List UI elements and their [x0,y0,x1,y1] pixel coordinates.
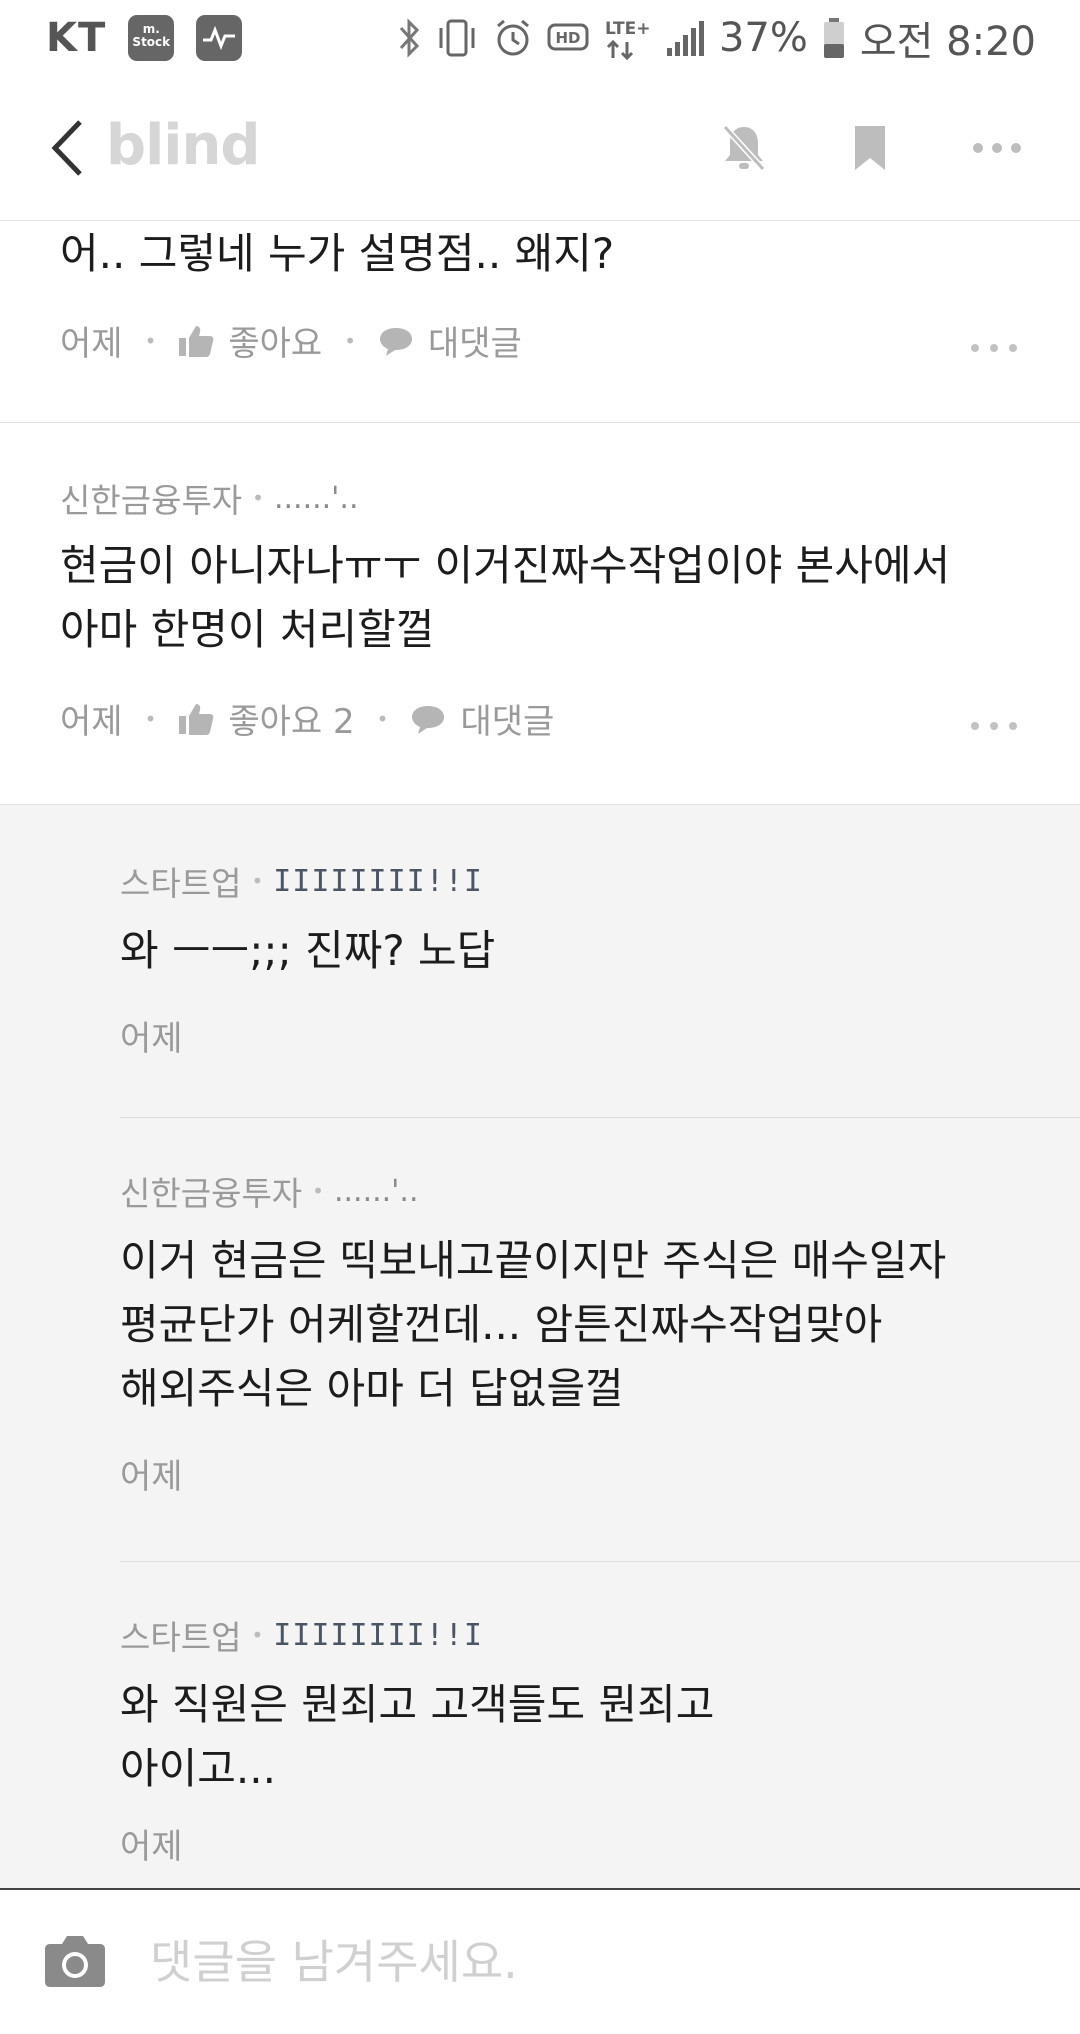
reply-body-line: 와 직원은 뭔죄고 고객들도 뭔죄고 [120,1680,715,1729]
comment-meta: 어제 • 좋아요 2 • 대댓글 [60,694,554,743]
more-icon [971,344,1017,352]
separator-dot: • [376,706,389,731]
like-label: 좋아요 [228,324,323,364]
reply-author: 스타트업 • IIIIIIII!!I [120,857,1080,905]
vibrate-icon [435,18,479,58]
bell-off-icon [722,124,766,172]
comment-meta: 어제 • 좋아요 • 대댓글 [60,316,522,365]
reply-meta: 어제 [120,1011,1080,1060]
back-icon [51,120,82,176]
comment-input-bar [0,1888,1080,2034]
separator-dot: • [312,1179,324,1203]
app-bar: blind [0,75,1080,221]
signal-icon [665,18,705,58]
comment-body-line: 현금이 아니자나ㅠㅜ 이거진짜수작업이야 본사에서 [60,541,951,590]
reply-button[interactable]: 대댓글 [410,694,554,743]
svg-text:HD: HD [555,29,580,47]
more-options-button[interactable] [962,113,1032,183]
reply-author: 스타트업 • IIIIIIII!!I [120,1611,1080,1659]
reply-item: 스타트업 • IIIIIIII!!I 와 직원은 뭔죄고 고객들도 뭔죄고 아이… [120,1611,1080,1868]
reply-author: 신한금융투자 • ......'.. [120,1167,1080,1215]
camera-icon [45,1936,105,1987]
thumbs-up-icon [179,703,214,735]
author-company: 신한금융투자 [60,481,243,520]
reply-item: 신한금융투자 • ......'.. 이거 현금은 띡보내고끝이지만 주식은 매… [120,1167,1080,1498]
speech-bubble-icon [412,705,445,734]
comment-time: 어제 [60,702,123,742]
reply-body: 와 직원은 뭔죄고 고객들도 뭔죄고 아이고... [120,1673,1080,1801]
comment-author: 신한금융투자 • ......'.. [60,474,359,522]
lte-icon: LTE+ [603,14,651,62]
battery-percent: 37% [718,14,808,61]
comment-more-button[interactable] [964,706,1024,746]
more-icon [973,143,1021,153]
lte-label: LTE+ [605,19,650,39]
like-label: 좋아요 2 [228,702,355,742]
mstock-line1: m. [142,21,160,36]
comment-time: 어제 [60,324,123,364]
reply-body-line: 이거 현금은 띡보내고끝이지만 주식은 매수일자 [120,1236,947,1285]
bluetooth-icon [399,17,421,58]
alarm-icon [493,18,533,58]
status-bar: KT m. Stock HD LTE+ 37% 오전 8:20 [0,0,1080,75]
reply-time: 어제 [120,1457,183,1497]
carrier-label: KT [46,14,107,61]
reply-item: 스타트업 • IIIIIIII!!I 와 ㅡㅡ;;; 진짜? 노답 어제 [120,857,1080,1060]
author-nickname: IIIIIIII!!I [273,1617,483,1653]
reply-divider [120,1561,1080,1562]
replies-section: 스타트업 • IIIIIIII!!I 와 ㅡㅡ;;; 진짜? 노답 어제 신한금… [0,804,1080,1888]
reply-body-line: 아이고... [120,1744,276,1793]
comment-item: 어.. 그렇네 누가 설명점.. 왜지? 어제 • 좋아요 • 대댓글 [0,222,1080,423]
notification-off-button[interactable] [709,113,779,183]
separator-dot: • [252,486,264,510]
clock: 오전 8:20 [859,18,1036,65]
hd-voice-icon: HD [547,21,589,55]
bookmark-icon [855,126,885,170]
reply-meta: 어제 [120,1819,1080,1868]
author-company: 신한금융투자 [120,1174,303,1213]
reply-meta: 어제 [120,1449,1080,1498]
status-right: HD LTE+ 37% 오전 8:20 [399,9,1036,67]
reply-body-line: 평균단가 어케할껀데... 암튼진짜수작업맞아 [120,1300,883,1349]
speech-bubble-icon [380,327,412,356]
comment-body: 어.. 그렇네 누가 설명점.. 왜지? [60,229,615,278]
reply-label: 대댓글 [428,324,522,364]
reply-body: 와 ㅡㅡ;;; 진짜? 노답 [120,926,496,975]
separator-dot: • [344,328,356,353]
bookmark-button[interactable] [835,113,905,183]
status-left: KT m. Stock [46,14,243,61]
camera-button[interactable] [44,1932,106,1988]
reply-body-line: 해외주식은 아마 더 답없을껄 [120,1364,624,1413]
activity-icon [196,14,243,61]
separator-dot: • [251,1623,264,1647]
mstock-app-icon: m. Stock [128,14,175,61]
reply-button[interactable]: 대댓글 [378,316,522,365]
more-icon [971,722,1017,730]
comment-body: 현금이 아니자나ㅠㅜ 이거진짜수작업이야 본사에서 아마 한명이 처리할껄 [60,534,950,662]
comment-item: 신한금융투자 • ......'.. 현금이 아니자나ㅠㅜ 이거진짜수작업이야 … [0,424,1080,804]
author-nickname: ......'.. [333,1173,419,1209]
separator-dot: • [144,706,157,731]
reply-label: 대댓글 [460,702,555,742]
comment-input[interactable] [150,1922,1030,2002]
reply-body: 이거 현금은 띡보내고끝이지만 주식은 매수일자 평균단가 어케할껀데... 암… [120,1229,1080,1421]
author-nickname: ......'.. [273,480,359,516]
reply-divider [120,1117,1080,1118]
like-button[interactable]: 좋아요 [178,316,322,365]
separator-dot: • [251,869,264,893]
back-button[interactable] [42,113,92,183]
thumbs-up-icon [179,325,214,357]
reply-time: 어제 [120,1019,183,1059]
comment-body-line: 아마 한명이 처리할껄 [60,605,435,654]
like-button[interactable]: 좋아요 2 [178,694,355,743]
mstock-line2: Stock [132,34,171,49]
author-company: 스타트업 [120,864,242,903]
reply-time: 어제 [120,1827,183,1867]
author-company: 스타트업 [120,1618,242,1657]
battery-icon [822,17,846,59]
separator-dot: • [144,328,157,353]
brand-logo: blind [106,113,260,178]
author-nickname: IIIIIIII!!I [273,863,483,899]
comment-more-button[interactable] [964,328,1024,368]
